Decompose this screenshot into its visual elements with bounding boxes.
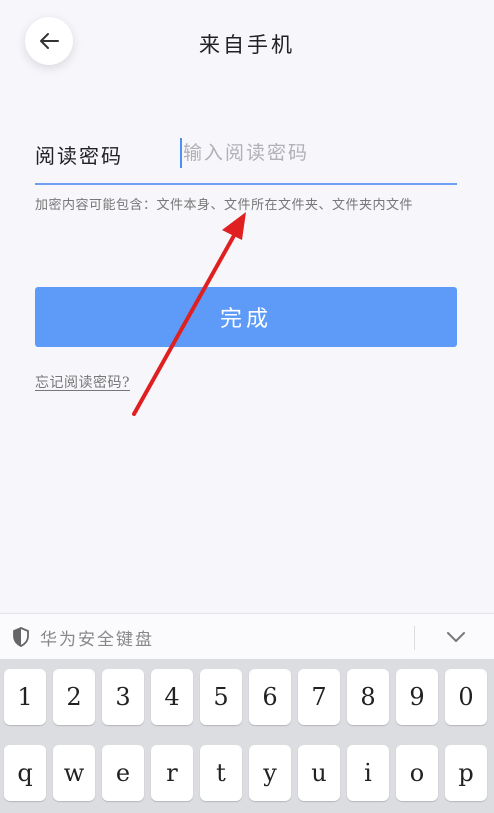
forgot-password-link[interactable]: 忘记阅读密码? bbox=[35, 372, 130, 392]
password-input[interactable] bbox=[183, 136, 453, 170]
key[interactable]: 5 bbox=[200, 669, 242, 725]
keyboard-title: 华为安全键盘 bbox=[40, 630, 154, 650]
keyboard-toolbar: 华为安全键盘 bbox=[0, 613, 494, 660]
key[interactable]: o bbox=[396, 745, 438, 801]
key[interactable]: 2 bbox=[53, 669, 95, 725]
chevron-down-icon[interactable] bbox=[444, 628, 468, 646]
key[interactable]: u bbox=[298, 745, 340, 801]
key[interactable]: 9 bbox=[396, 669, 438, 725]
key[interactable]: 1 bbox=[4, 669, 46, 725]
key[interactable]: t bbox=[200, 745, 242, 801]
key[interactable]: 8 bbox=[347, 669, 389, 725]
key[interactable]: 3 bbox=[102, 669, 144, 725]
key[interactable]: 7 bbox=[298, 669, 340, 725]
shield-icon bbox=[13, 627, 29, 647]
key[interactable]: i bbox=[347, 745, 389, 801]
key[interactable]: r bbox=[151, 745, 193, 801]
keyboard: 1 2 3 4 5 6 7 8 9 0 q w e r t y u i o p bbox=[0, 659, 494, 813]
done-button[interactable]: 完成 bbox=[35, 287, 457, 347]
text-cursor bbox=[180, 138, 182, 168]
password-label: 阅读密码 bbox=[35, 144, 123, 168]
toolbar-divider bbox=[414, 626, 415, 650]
password-row: 阅读密码 bbox=[35, 130, 457, 186]
key[interactable]: y bbox=[249, 745, 291, 801]
input-underline bbox=[35, 183, 457, 185]
key[interactable]: q bbox=[4, 745, 46, 801]
key[interactable]: 0 bbox=[445, 669, 487, 725]
key[interactable]: w bbox=[53, 745, 95, 801]
encryption-hint: 加密内容可能包含：文件本身、文件所在文件夹、文件夹内文件 bbox=[35, 198, 414, 213]
key[interactable]: p bbox=[445, 745, 487, 801]
page-title: 来自手机 bbox=[199, 33, 295, 57]
key[interactable]: 6 bbox=[249, 669, 291, 725]
header: 来自手机 bbox=[0, 0, 494, 90]
key[interactable]: e bbox=[102, 745, 144, 801]
key[interactable]: 4 bbox=[151, 669, 193, 725]
